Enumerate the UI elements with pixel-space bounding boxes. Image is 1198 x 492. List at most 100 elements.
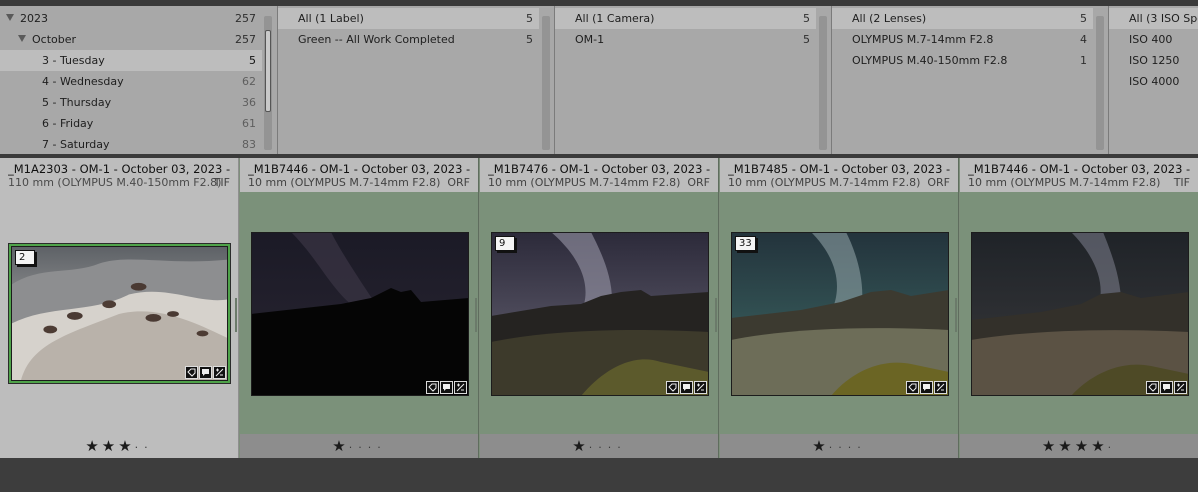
lens-row-all[interactable]: All (2 Lenses) 5: [832, 8, 1093, 29]
star-rating[interactable]: ★★★★·: [960, 437, 1198, 455]
keyword-tag-icon[interactable]: [666, 381, 679, 394]
rating-star-empty[interactable]: ·: [135, 441, 145, 454]
develop-adjustment-icon[interactable]: [213, 366, 226, 379]
date-row-year[interactable]: 2023 257: [0, 8, 276, 29]
date-column: 2023 257 October 257 3 - Tuesday 5 4 - W…: [0, 6, 276, 154]
thumbnail-image[interactable]: 33: [731, 232, 949, 396]
thumbnail-cell[interactable]: _M1B7476 - OM-1 - October 03, 2023 - 195…: [480, 158, 719, 458]
thumbnail-cell[interactable]: _M1B7446 - OM-1 - October 03, 2023 - 195…: [240, 158, 479, 458]
rating-star-filled[interactable]: ★: [102, 437, 118, 455]
develop-adjustment-icon[interactable]: [1174, 381, 1187, 394]
rating-star-filled[interactable]: ★: [1091, 437, 1107, 455]
rating-star-empty[interactable]: ·: [368, 441, 378, 454]
cell-footer: ★····: [480, 434, 718, 458]
rating-star-empty[interactable]: ·: [377, 441, 387, 454]
thumbnail-cell[interactable]: _M1A2303 - OM-1 - October 03, 2023 - 195…: [0, 158, 239, 458]
develop-adjustment-icon[interactable]: [934, 381, 947, 394]
lens-row[interactable]: OLYMPUS M.7-14mm F2.8 4: [832, 29, 1093, 50]
camera-row-all[interactable]: All (1 Camera) 5: [555, 8, 816, 29]
rating-star-empty[interactable]: ·: [144, 441, 154, 454]
cell-footer: ★★★··: [0, 434, 238, 458]
date-column-scrollbar[interactable]: [264, 16, 272, 150]
rating-star-empty[interactable]: ·: [358, 441, 368, 454]
thumbnail-image[interactable]: [251, 232, 469, 396]
iso-row[interactable]: ISO 4000: [1109, 71, 1198, 92]
camera-row-om1[interactable]: OM-1 5: [555, 29, 816, 50]
star-rating[interactable]: ★····: [240, 437, 478, 455]
rating-star-empty[interactable]: ·: [608, 441, 618, 454]
rating-star-empty[interactable]: ·: [598, 441, 608, 454]
iso-row[interactable]: ISO 400: [1109, 29, 1198, 50]
rating-star-empty[interactable]: ·: [1108, 441, 1118, 454]
lens-row[interactable]: OLYMPUS M.40-150mm F2.8 1: [832, 50, 1093, 71]
thumbnail-badges: [426, 381, 467, 394]
date-row-month[interactable]: October 257: [0, 29, 276, 50]
develop-adjustment-icon[interactable]: [694, 381, 707, 394]
stack-count-badge[interactable]: 2: [15, 250, 35, 265]
rating-star-filled[interactable]: ★: [1058, 437, 1074, 455]
scrollbar-thumb[interactable]: [265, 30, 271, 112]
date-row-day[interactable]: 7 - Saturday 83: [0, 134, 276, 154]
thumbnail-image[interactable]: 9: [491, 232, 709, 396]
rating-star-filled[interactable]: ★: [85, 437, 101, 455]
comment-icon[interactable]: [440, 381, 453, 394]
rating-star-filled[interactable]: ★: [1075, 437, 1091, 455]
star-rating[interactable]: ★····: [480, 437, 718, 455]
thumbnail-badges: [906, 381, 947, 394]
iso-row-all[interactable]: All (3 ISO Spe: [1109, 8, 1198, 29]
keyword-tag-icon[interactable]: [185, 366, 198, 379]
comment-icon[interactable]: [199, 366, 212, 379]
grid-background: [0, 458, 1198, 492]
photo-preview: [11, 246, 228, 381]
camera-column: All (1 Camera) 5 OM-1 5: [554, 6, 830, 154]
keyword-tag-icon[interactable]: [426, 381, 439, 394]
date-row-day[interactable]: 4 - Wednesday 62: [0, 71, 276, 92]
file-extension-label: ORF: [927, 176, 950, 189]
lens-column-scrollbar[interactable]: [1096, 16, 1104, 150]
date-row-day[interactable]: 6 - Friday 61: [0, 113, 276, 134]
thumbnail-image[interactable]: [971, 232, 1189, 396]
keyword-tag-icon[interactable]: [1146, 381, 1159, 394]
file-extension-label: TIF: [213, 176, 230, 189]
rating-star-empty[interactable]: ·: [589, 441, 599, 454]
rating-star-empty[interactable]: ·: [857, 441, 867, 454]
label-row-green[interactable]: Green -- All Work Completed 5: [278, 29, 539, 50]
comment-icon[interactable]: [1160, 381, 1173, 394]
thumbnail-grid: _M1A2303 - OM-1 - October 03, 2023 - 195…: [0, 158, 1198, 458]
rating-star-filled[interactable]: ★: [812, 437, 828, 455]
cell-footer: ★····: [720, 434, 958, 458]
cell-drag-grip: [235, 298, 237, 332]
iso-row[interactable]: ISO 1250: [1109, 50, 1198, 71]
stack-count-badge[interactable]: 33: [735, 236, 756, 251]
label-row-all[interactable]: All (1 Label) 5: [278, 8, 539, 29]
comment-icon[interactable]: [680, 381, 693, 394]
rating-star-filled[interactable]: ★: [332, 437, 348, 455]
rating-star-empty[interactable]: ·: [349, 441, 359, 454]
thumbnail-image[interactable]: 2: [8, 243, 231, 384]
thumbnail-cell[interactable]: _M1B7446 - OM-1 - October 03, 2023 - 195…: [960, 158, 1198, 458]
comment-icon[interactable]: [920, 381, 933, 394]
camera-column-scrollbar[interactable]: [819, 16, 827, 150]
date-row-day[interactable]: 5 - Thursday 36: [0, 92, 276, 113]
rating-star-empty[interactable]: ·: [838, 441, 848, 454]
rating-star-filled[interactable]: ★: [1042, 437, 1058, 455]
star-rating[interactable]: ★····: [720, 437, 958, 455]
label-column-scrollbar[interactable]: [542, 16, 550, 150]
thumbnail-cell[interactable]: _M1B7485 - OM-1 - October 03, 2023 - 195…: [720, 158, 959, 458]
date-row-day[interactable]: 3 - Tuesday 5: [0, 50, 262, 71]
lens-info-label: 10 mm (OLYMPUS M.7-14mm F2.8): [968, 176, 1161, 189]
disclosure-triangle-icon[interactable]: [18, 35, 26, 42]
rating-star-empty[interactable]: ·: [829, 441, 839, 454]
develop-adjustment-icon[interactable]: [454, 381, 467, 394]
rating-star-empty[interactable]: ·: [848, 441, 858, 454]
disclosure-triangle-icon[interactable]: [6, 14, 14, 21]
lens-info-label: 10 mm (OLYMPUS M.7-14mm F2.8): [488, 176, 681, 189]
star-rating[interactable]: ★★★··: [0, 437, 238, 455]
stack-count-badge[interactable]: 9: [495, 236, 515, 251]
filename-label: _M1B7446 - OM-1 - October 03, 2023 - 195…: [968, 162, 1192, 176]
file-extension-label: ORF: [447, 176, 470, 189]
rating-star-filled[interactable]: ★: [118, 437, 134, 455]
rating-star-filled[interactable]: ★: [572, 437, 588, 455]
keyword-tag-icon[interactable]: [906, 381, 919, 394]
rating-star-empty[interactable]: ·: [617, 441, 627, 454]
